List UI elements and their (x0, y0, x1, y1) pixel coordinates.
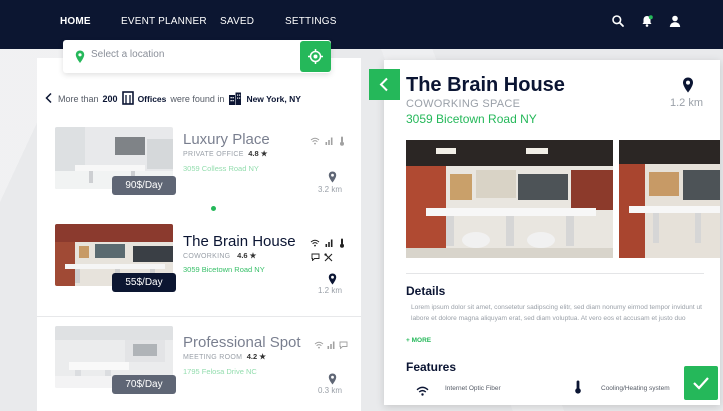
listing-title[interactable]: The Brain House (183, 233, 296, 250)
details-description: Lorem ipsum dolor sit amet, consetetur s… (411, 304, 702, 322)
wifi-icon (416, 383, 429, 401)
listing-rating: 4.6 ★ (237, 251, 257, 260)
notification-bell-icon[interactable] (640, 14, 654, 28)
feature-label: Internet Optic Fiber (445, 385, 501, 392)
location-search (63, 40, 331, 73)
city-building-icon (228, 92, 242, 107)
map-pin-icon (328, 372, 337, 385)
listing-rating: 4.2 ★ (246, 352, 266, 361)
price-badge: 90$/Day (112, 176, 176, 195)
crosshair-icon (308, 49, 323, 64)
back-chevron-icon[interactable] (44, 92, 54, 106)
listing-distance: 1.2 km (318, 286, 343, 295)
listing-card-brain-house[interactable]: 55$/Day The Brain House COWORKING 4.6 ★ … (55, 224, 355, 314)
results-summary: More than 200 Offices were found in New … (44, 91, 301, 107)
signal-icon (325, 137, 333, 147)
results-prefix: More than (58, 94, 99, 104)
listing-card-professional-spot[interactable]: 70$/Day Professional Spot MEETING ROOM 4… (55, 326, 355, 411)
detail-photo-main[interactable] (406, 140, 613, 258)
close-detail-button[interactable] (369, 69, 400, 100)
chat-icon (311, 253, 320, 263)
results-count: 200 (102, 94, 118, 104)
location-pin-icon (75, 50, 85, 64)
wifi-icon (310, 239, 320, 249)
detail-title: The Brain House (406, 74, 565, 96)
listing-distance: 3.2 km (318, 185, 343, 194)
office-icon (121, 91, 134, 107)
price-badge: 55$/Day (112, 273, 176, 292)
results-city: New York, NY (246, 94, 301, 104)
listing-distance: 0.3 km (318, 386, 343, 395)
listing-address: 3059 Bicetown Road NY (183, 265, 265, 274)
listing-card-luxury-place[interactable]: 90$/Day Luxury Place PRIVATE OFFICE 4.8 … (55, 127, 355, 217)
more-link[interactable]: + MORE (406, 337, 431, 344)
nav-home[interactable]: HOME (60, 16, 91, 27)
checkmark-icon (693, 377, 709, 390)
wifi-icon (310, 137, 320, 147)
wifi-icon (314, 341, 324, 351)
listing-rating: 4.8 ★ (248, 149, 268, 158)
detail-address: 3059 Bicetown Road NY (406, 112, 537, 126)
divider (406, 273, 704, 274)
thermometer-icon (339, 238, 345, 250)
chevron-left-icon (379, 77, 388, 92)
listing-type: COWORKING (183, 253, 231, 260)
listing-address: 1795 Felosa Drive NC (183, 367, 257, 376)
signal-icon (325, 239, 333, 249)
listing-title[interactable]: Professional Spot (183, 334, 301, 351)
nav-settings[interactable]: SETTINGS (285, 16, 337, 27)
feature-label: Cooling/Heating system (601, 385, 670, 392)
location-search-input[interactable] (91, 49, 291, 60)
listing-type-rating: COWORKING 4.6 ★ (183, 251, 256, 260)
detail-distance: 1.2 km (670, 97, 704, 109)
carousel-indicator (211, 206, 216, 211)
results-middle: were found in (170, 94, 225, 104)
map-pin-icon (682, 77, 694, 98)
tools-icon (324, 253, 333, 264)
thermometer-icon (339, 136, 345, 148)
listing-type-rating: MEETING ROOM 4.2 ★ (183, 352, 266, 361)
price-badge: 70$/Day (112, 375, 176, 394)
listing-address: 3059 Colless Road NY (183, 164, 259, 173)
map-pin-icon (328, 170, 337, 183)
nav-event-planner[interactable]: EVENT PLANNER (121, 16, 207, 27)
features-heading: Features (406, 360, 457, 374)
confirm-button[interactable] (684, 366, 718, 400)
listing-type: MEETING ROOM (183, 354, 243, 361)
search-icon[interactable] (611, 14, 625, 28)
detail-type: COWORKING SPACE (406, 98, 521, 110)
listing-type-rating: PRIVATE OFFICE 4.8 ★ (183, 149, 267, 158)
listing-type: PRIVATE OFFICE (183, 151, 244, 158)
detail-photo-secondary[interactable] (619, 140, 720, 258)
signal-icon (327, 341, 335, 351)
results-category: Offices (137, 94, 167, 104)
locate-me-button[interactable] (300, 41, 331, 72)
divider (37, 316, 361, 317)
chat-icon (339, 341, 348, 351)
thermometer-icon (574, 380, 582, 399)
map-pin-icon (328, 272, 337, 285)
listing-title[interactable]: Luxury Place (183, 131, 270, 148)
details-heading: Details (406, 284, 446, 298)
nav-saved[interactable]: SAVED (220, 16, 254, 27)
user-icon[interactable] (668, 14, 682, 28)
